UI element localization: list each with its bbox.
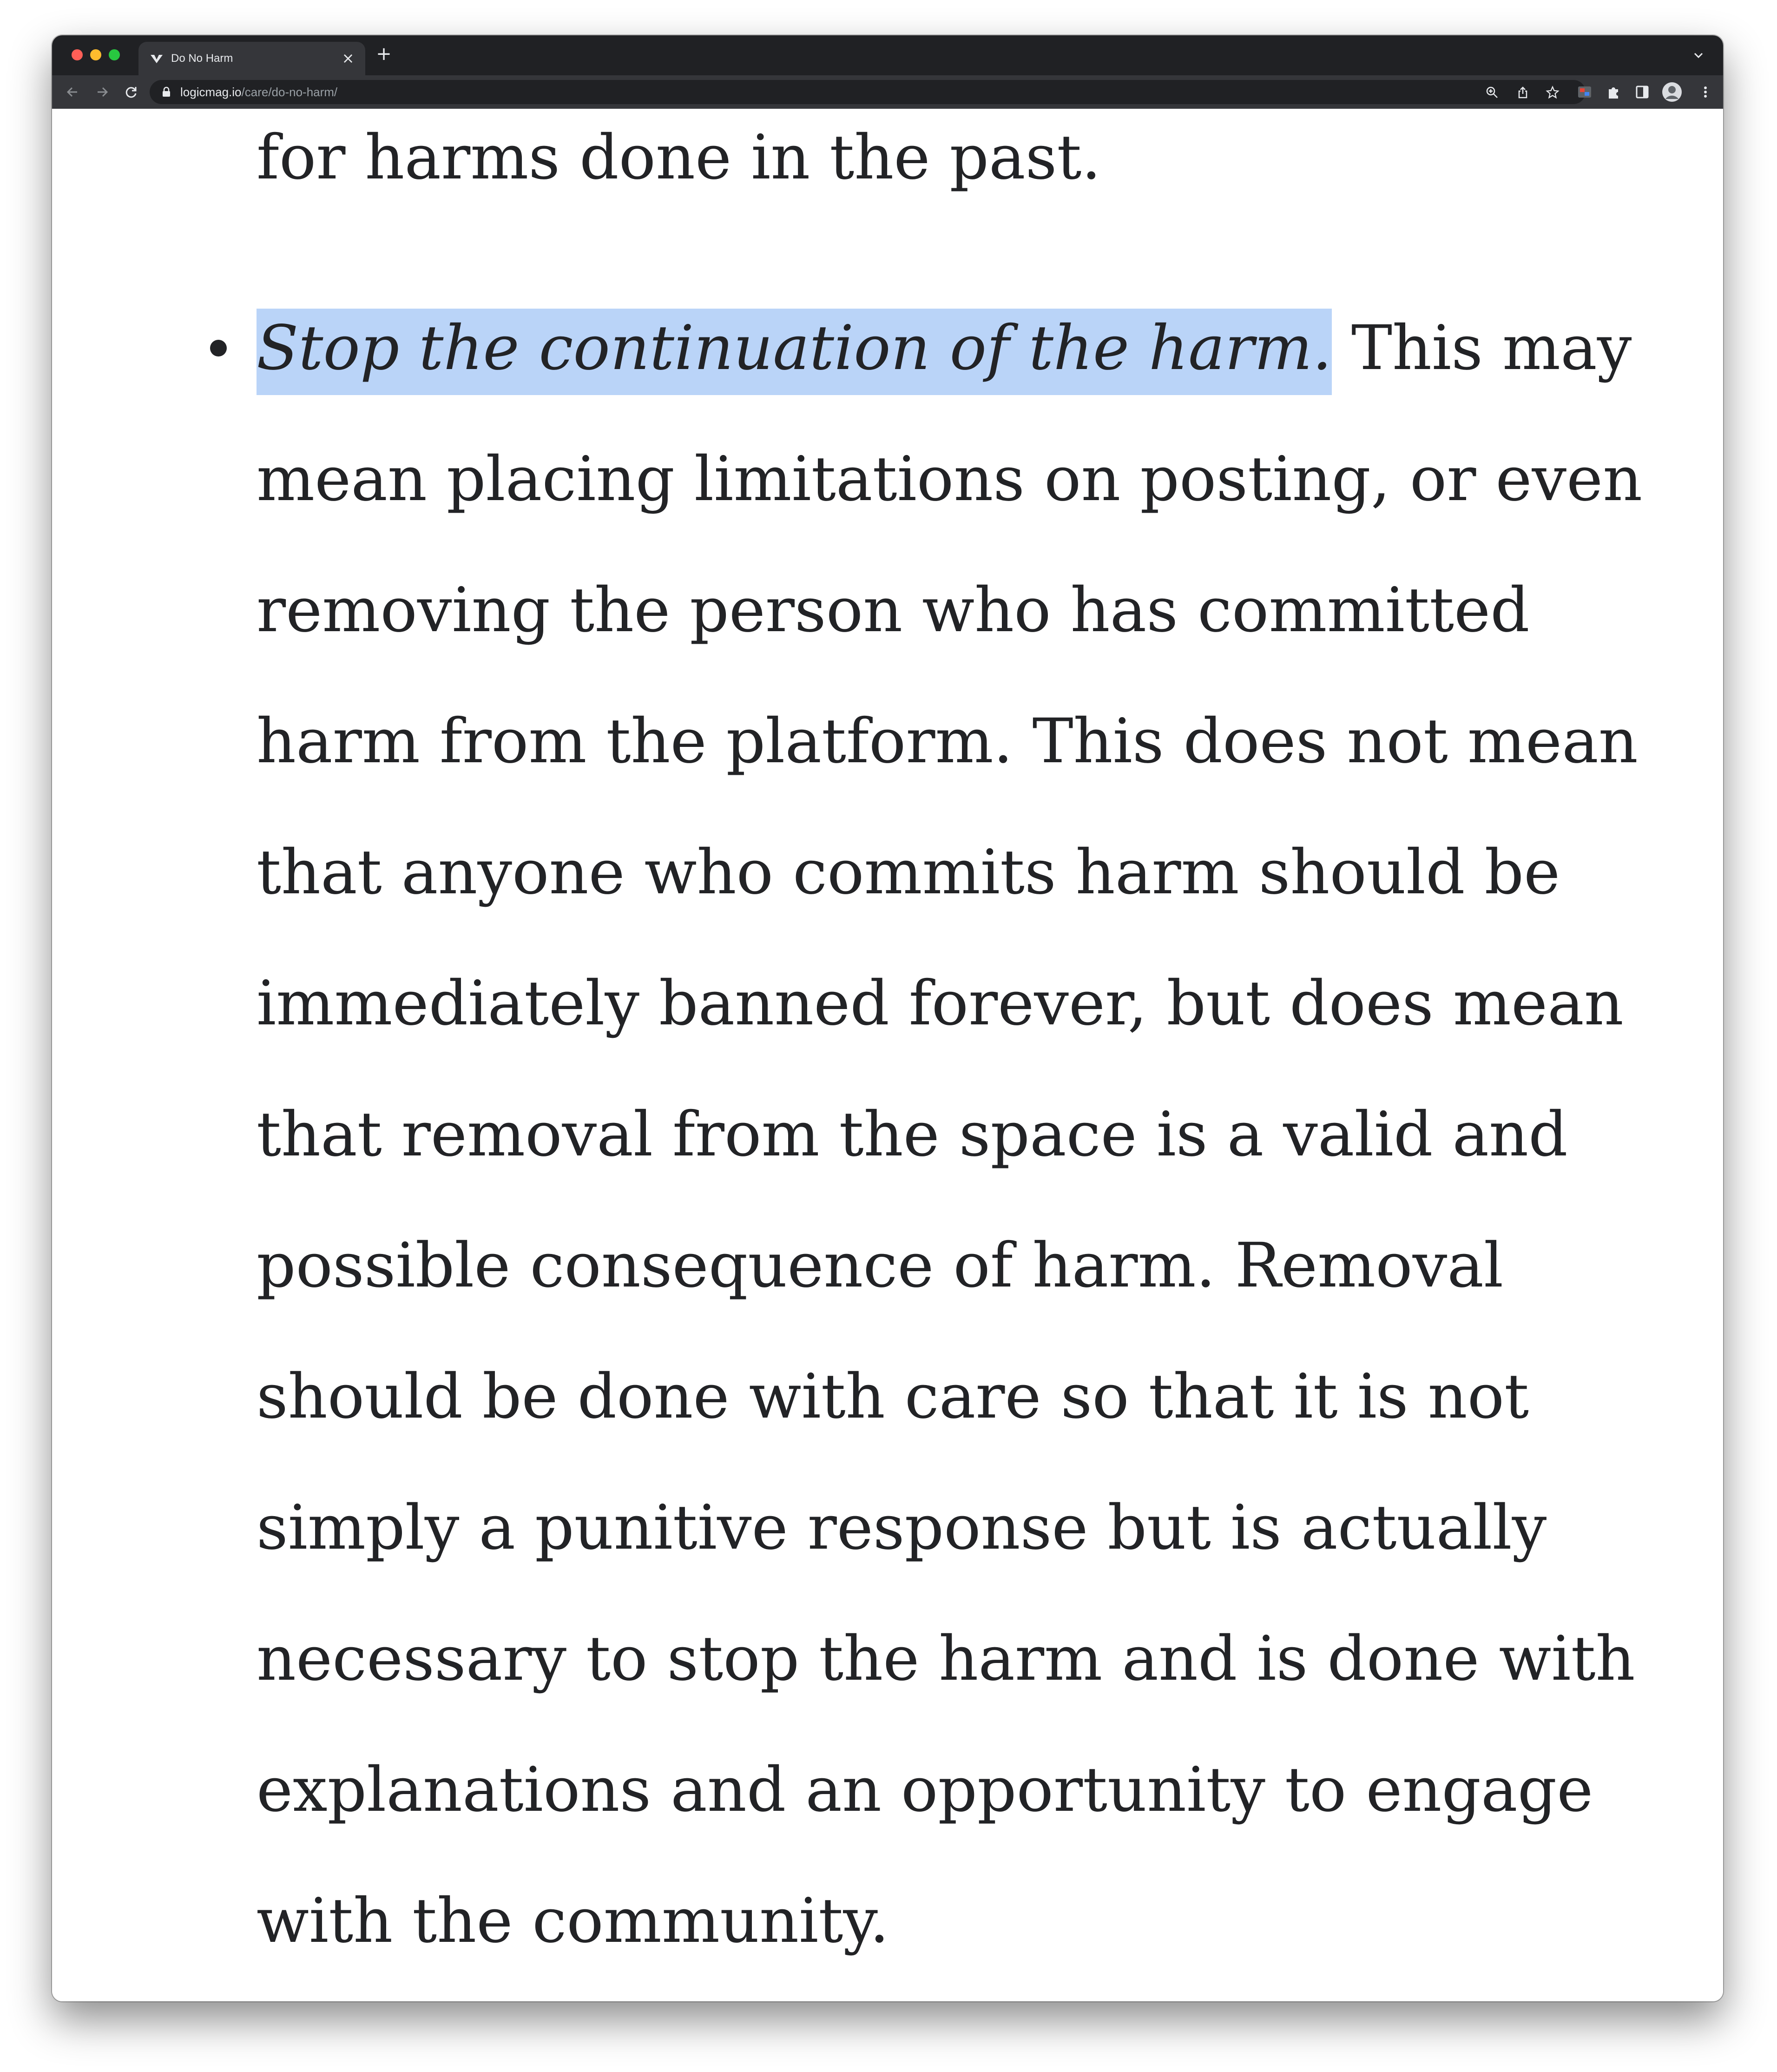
new-tab-button[interactable]: + [375, 45, 393, 63]
url-host: logicmag.io [180, 85, 242, 99]
avatar[interactable] [1662, 82, 1682, 102]
url-text[interactable]: logicmag.io/care/do-no-harm/ [180, 85, 337, 99]
tab-do-no-harm[interactable]: Do No Harm × [138, 42, 365, 75]
tab-strip: Do No Harm × + [52, 35, 1723, 75]
list-item: Stop the continuation of the harm. This … [210, 283, 1669, 1986]
zoom-window-button[interactable] [109, 49, 120, 60]
browser-window: Do No Harm × + logicmag.io/care/do-no-ha… [52, 35, 1723, 2001]
page-content: for harms done in the past. Stop the con… [52, 109, 1723, 2001]
bullet-marker [210, 340, 227, 356]
url-path: /care/do-no-harm/ [241, 85, 338, 99]
extension-icon[interactable] [1576, 84, 1593, 100]
tab-title: Do No Harm [171, 52, 233, 65]
close-window-button[interactable] [72, 49, 83, 60]
chevron-down-icon[interactable] [1691, 47, 1706, 63]
logic-mag-icon [151, 55, 163, 63]
kebab-menu-icon[interactable] [1697, 84, 1714, 100]
toolbar: logicmag.io/care/do-no-harm/ [52, 75, 1723, 109]
star-icon[interactable] [1546, 86, 1560, 99]
bullet-list: Stop the continuation of the harm. This … [210, 283, 1669, 1986]
side-panel-icon[interactable] [1634, 84, 1651, 100]
address-bar[interactable]: logicmag.io/care/do-no-harm/ [150, 80, 1586, 104]
forward-arrow-icon[interactable] [94, 84, 111, 100]
reload-icon[interactable] [123, 84, 139, 100]
back-arrow-icon[interactable] [64, 84, 81, 100]
paragraph-fragment: for harms done in the past. [257, 122, 1101, 193]
article-body: for harms done in the past. Stop the con… [210, 109, 1669, 1986]
list-item-text: This may mean placing limitations on pos… [257, 312, 1643, 1957]
selected-emphasis-text[interactable]: Stop the continuation of the harm. [257, 309, 1332, 395]
tab-close-button[interactable]: × [340, 50, 356, 66]
zoom-icon[interactable] [1485, 86, 1499, 99]
share-icon[interactable] [1516, 86, 1530, 99]
puzzle-icon[interactable] [1605, 84, 1622, 100]
minimize-window-button[interactable] [90, 49, 101, 60]
lock-icon[interactable] [162, 86, 171, 98]
